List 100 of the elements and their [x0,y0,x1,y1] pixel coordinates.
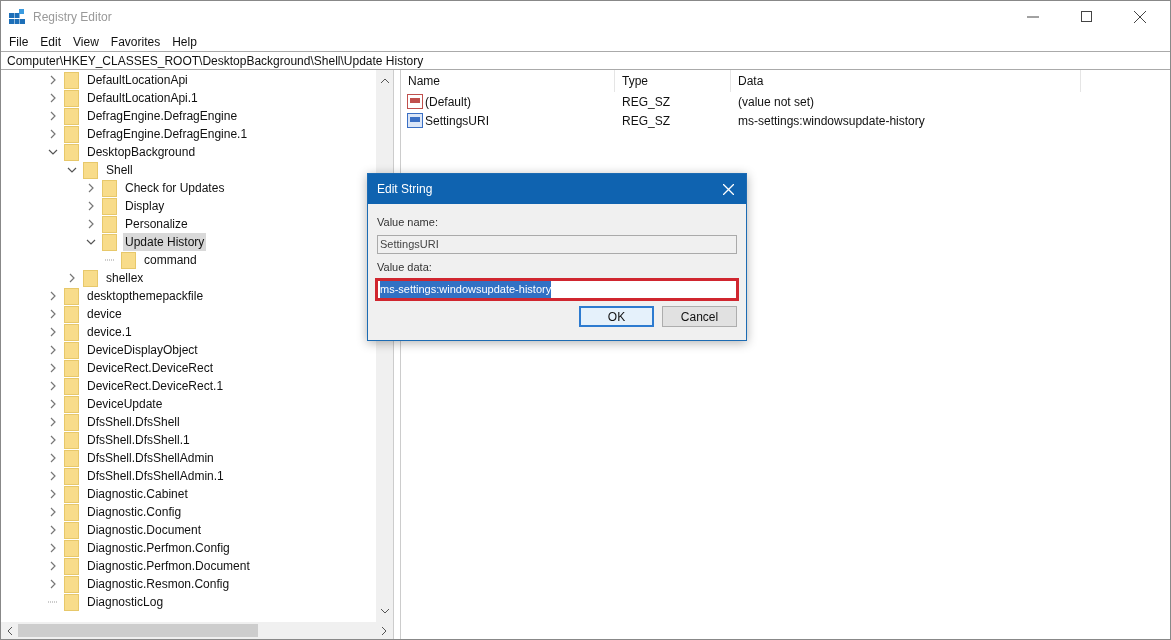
tree-item[interactable]: Check for Updates [123,179,227,197]
tree-item[interactable]: Update History [123,233,207,251]
tree-item[interactable]: DfsShell.DfsShell [85,413,182,431]
expand-chevron-icon[interactable] [50,507,56,517]
folder-icon [64,89,79,107]
scroll-up-icon[interactable] [380,78,389,83]
expand-chevron-icon[interactable] [88,201,94,211]
value-type: REG_SZ [621,112,671,130]
tree-item[interactable]: DfsShell.DfsShellAdmin.1 [85,467,226,485]
tree-item[interactable]: DefragEngine.DefragEngine [85,107,240,125]
expand-chevron-icon[interactable] [88,219,94,229]
tree-item[interactable]: Diagnostic.Perfmon.Document [85,557,252,575]
expand-chevron-icon[interactable] [50,75,56,85]
tree-item[interactable]: DefaultLocationApi.1 [85,89,200,107]
expand-chevron-icon[interactable] [50,435,56,445]
expand-chevron-icon[interactable] [50,525,56,535]
tree-item[interactable]: shellex [104,269,146,287]
folder-icon [102,197,117,215]
folder-icon [64,143,79,161]
folder-icon [64,323,79,341]
folder-icon [102,215,117,233]
scroll-down-icon[interactable] [380,609,389,614]
expand-chevron-icon[interactable] [50,345,56,355]
expand-chevron-icon[interactable] [50,543,56,553]
folder-icon [64,431,79,449]
tree-item[interactable]: Diagnostic.Resmon.Config [85,575,232,593]
column-header[interactable]: Name [401,70,615,92]
field-label: Value data: [377,259,433,275]
close-icon[interactable] [1134,10,1146,23]
value-name-field[interactable]: SettingsURI [377,234,737,254]
expand-chevron-icon[interactable] [50,561,56,571]
expand-chevron-icon[interactable] [50,129,56,139]
expand-chevron-icon[interactable] [50,453,56,463]
tree-item[interactable]: device.1 [85,323,134,341]
folder-icon [64,467,79,485]
tree-item[interactable]: DfsShell.DfsShellAdmin [85,449,216,467]
selected-text: ms-settings:windowsupdate-history [380,281,552,298]
tree-item[interactable]: desktopthemepackfile [85,287,206,305]
tree-item[interactable]: DesktopBackground [85,143,198,161]
folder-icon [64,449,79,467]
menu-item[interactable]: View [67,32,105,51]
tree-item[interactable]: Diagnostic.Document [85,521,204,539]
maximize-icon[interactable] [1081,11,1092,22]
value-type: REG_SZ [621,93,671,111]
expand-chevron-icon[interactable] [50,471,56,481]
tree-item[interactable]: device [85,305,124,323]
folder-icon [64,125,79,143]
scroll-thumb[interactable] [18,624,258,637]
tree-item[interactable]: Diagnostic.Cabinet [85,485,190,503]
tree-item[interactable]: Diagnostic.Config [85,503,184,521]
menu-item[interactable]: Favorites [104,32,167,51]
value-data-field[interactable]: ms-settings:windowsupdate-history [375,278,739,301]
tree-item[interactable]: DefaultLocationApi [85,71,190,89]
tree-item[interactable]: Display [123,197,167,215]
scroll-right-icon[interactable] [382,626,387,635]
column-header[interactable]: Data [731,70,1081,92]
expand-chevron-icon[interactable] [50,489,56,499]
expand-chevron-icon[interactable] [50,327,56,337]
expand-chevron-icon[interactable] [50,111,56,121]
scroll-left-icon[interactable] [7,626,12,635]
expand-chevron-icon[interactable] [88,183,94,193]
expand-chevron-icon[interactable] [50,291,56,301]
folder-icon [64,485,79,503]
expand-chevron-icon[interactable] [50,579,56,589]
value-name[interactable]: (Default) [425,92,471,111]
menu-item[interactable]: Edit [34,32,68,51]
expand-chevron-icon[interactable] [50,309,56,319]
menu-item[interactable]: File [3,32,35,51]
collapse-chevron-icon[interactable] [67,167,77,173]
address-bar[interactable]: Computer\HKEY_CLASSES_ROOT\DesktopBackground\Shell\Update History [1,51,1170,70]
tree-item[interactable]: DeviceRect.DeviceRect [85,359,216,377]
tree-item[interactable]: Diagnostic.Perfmon.Config [85,539,232,557]
registry-cubes-icon [9,8,25,25]
tree-item[interactable]: Personalize [123,215,190,233]
expand-chevron-icon[interactable] [50,399,56,409]
collapse-chevron-icon[interactable] [86,239,96,245]
column-header[interactable]: Type [615,70,731,92]
folder-icon [64,107,79,125]
menu-item[interactable]: Help [166,32,203,51]
dialog-button[interactable]: Cancel [662,306,737,327]
folder-icon [64,503,79,521]
tree-item[interactable]: DefragEngine.DefragEngine.1 [85,125,250,143]
value-name[interactable]: SettingsURI [425,111,490,130]
tree-item[interactable]: Shell [104,161,135,179]
horizontal-scrollbar[interactable] [1,622,393,639]
expand-chevron-icon[interactable] [50,93,56,103]
collapse-chevron-icon[interactable] [48,149,58,155]
tree-item[interactable]: command [142,251,199,269]
folder-icon [64,287,79,305]
expand-chevron-icon[interactable] [69,273,75,283]
tree-item[interactable]: DiagnosticLog [85,593,166,611]
tree-item[interactable]: DfsShell.DfsShell.1 [85,431,192,449]
tree-item[interactable]: DeviceDisplayObject [85,341,200,359]
expand-chevron-icon[interactable] [50,417,56,427]
expand-chevron-icon[interactable] [50,363,56,373]
tree-item[interactable]: DeviceUpdate [85,395,165,413]
tree-item[interactable]: DeviceRect.DeviceRect.1 [85,377,226,395]
expand-chevron-icon[interactable] [50,381,56,391]
dialog-button[interactable]: OK [579,306,654,327]
minimize-icon[interactable] [1027,15,1039,18]
